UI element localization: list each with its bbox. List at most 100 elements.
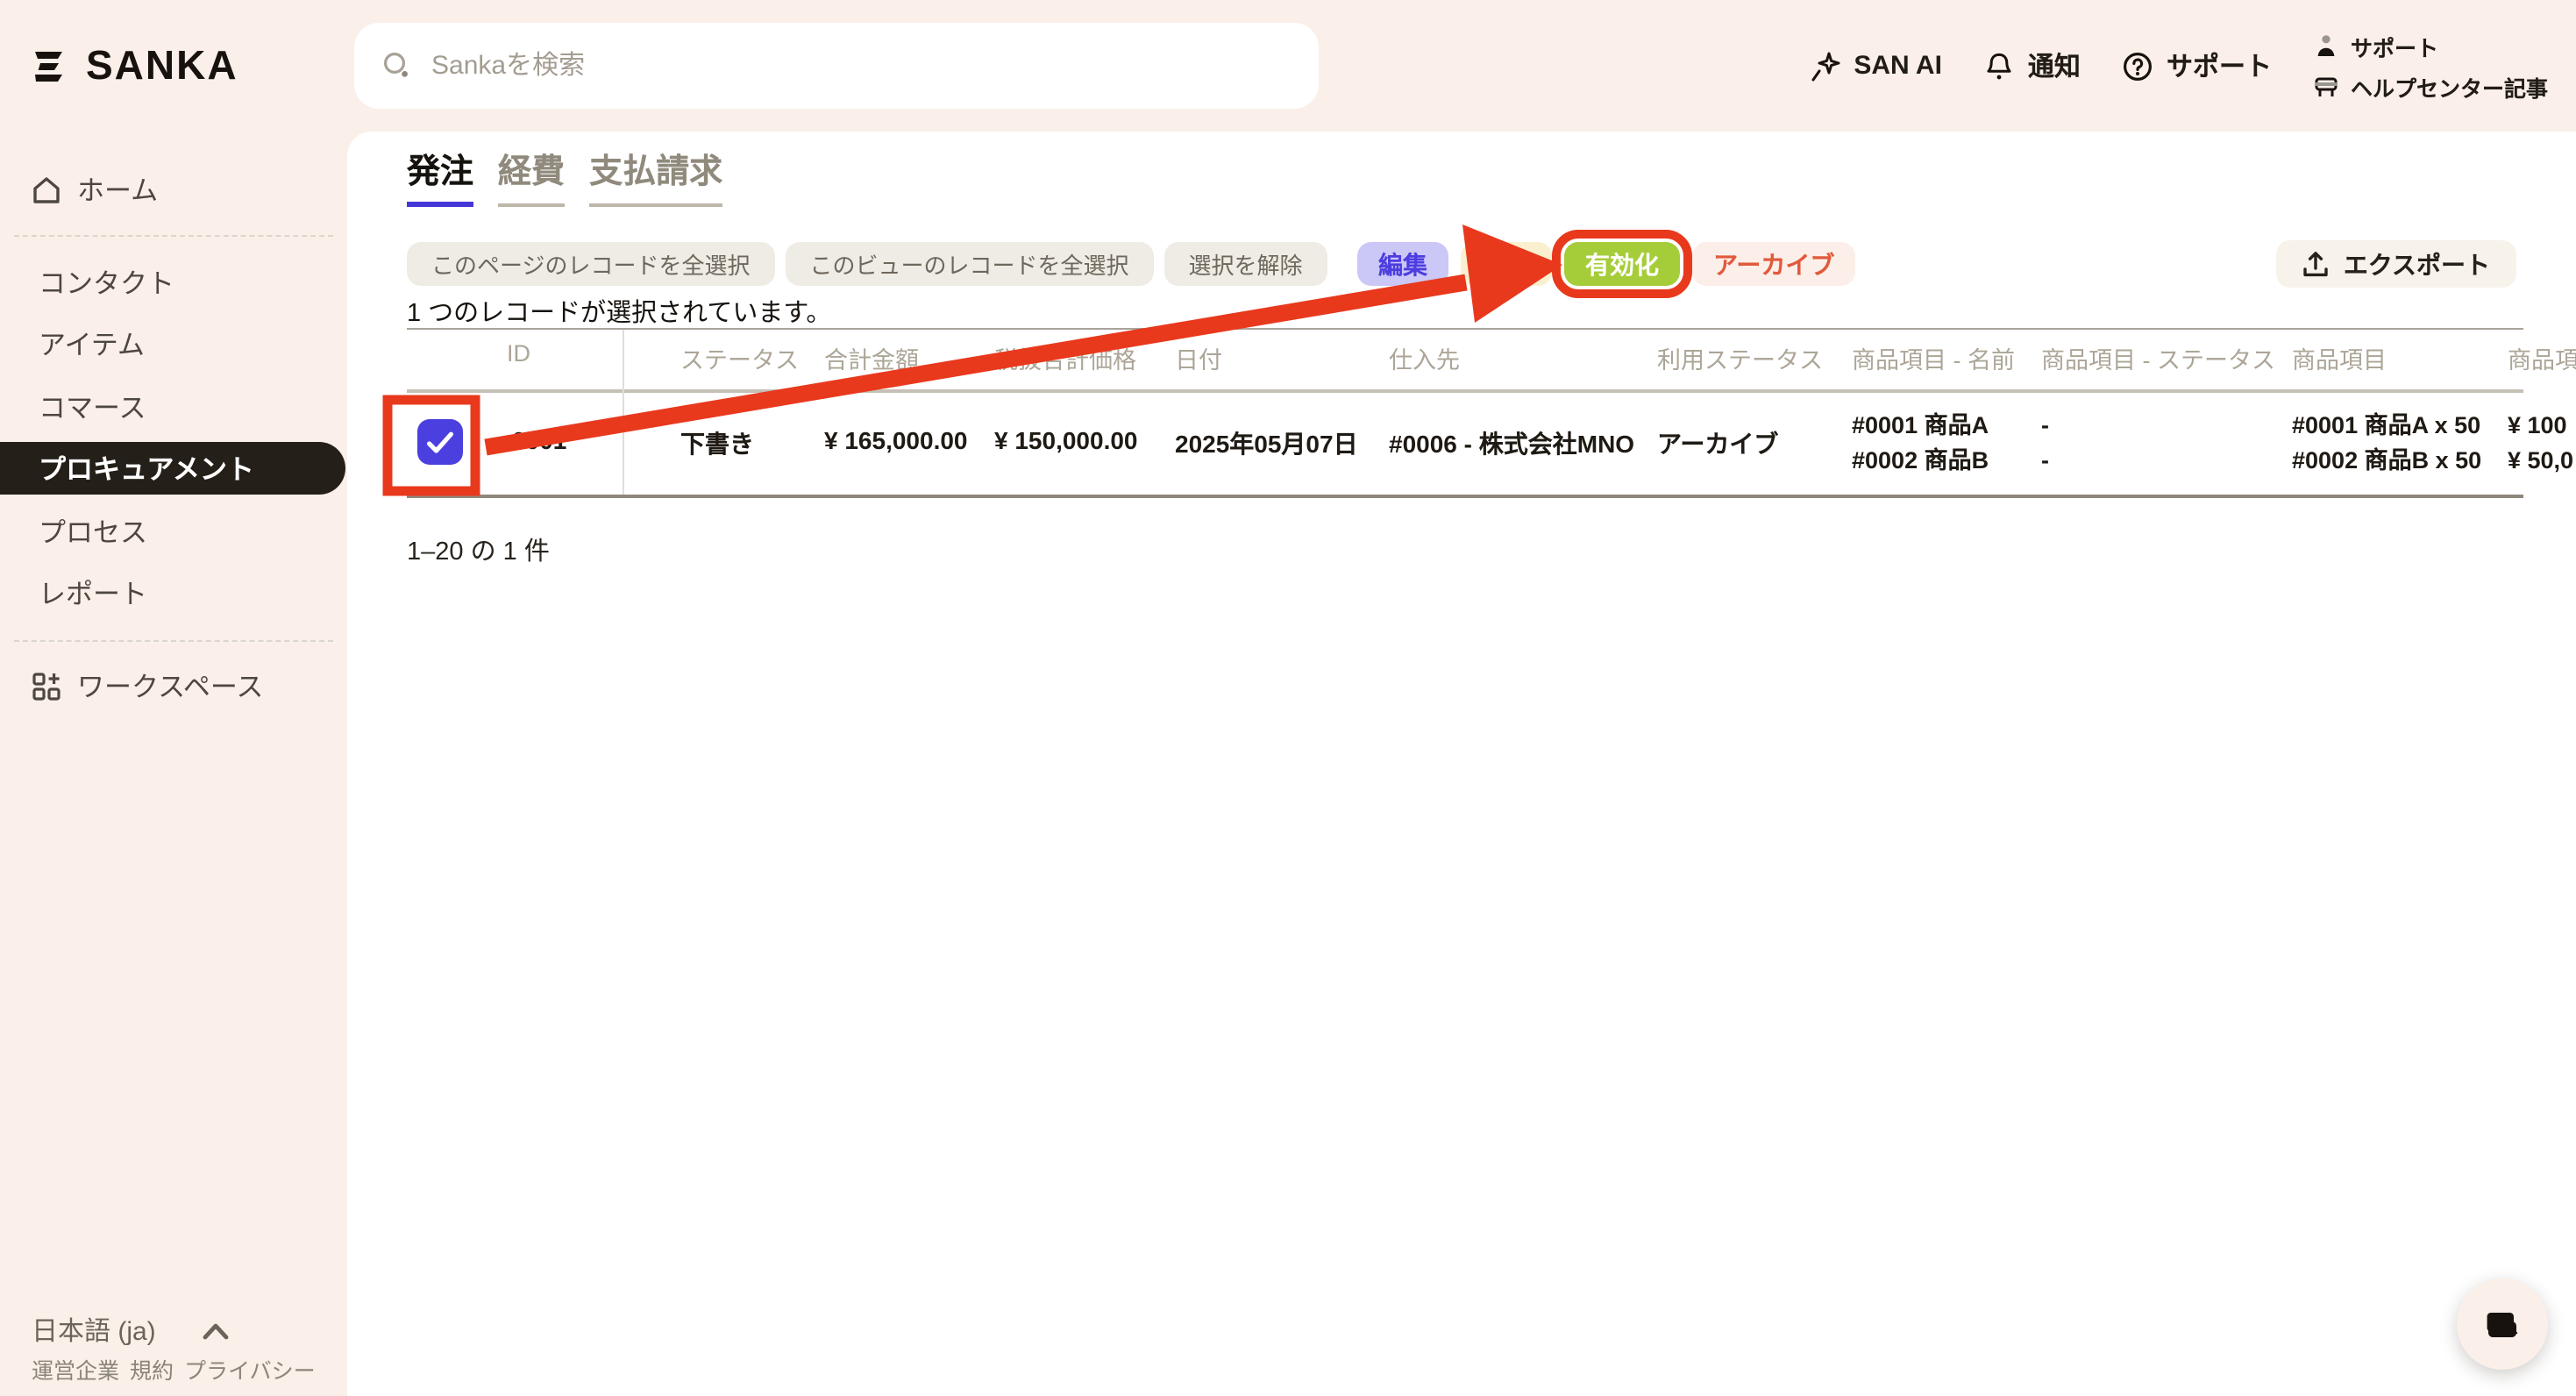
search-icon: [382, 51, 412, 81]
language-label: 日本語 (ja): [32, 1312, 156, 1349]
col-header-item-name: 商品項目 - 名前: [1852, 340, 2015, 375]
col-header-supplier: 仕入先: [1389, 340, 1460, 375]
col-header-id: ID: [507, 340, 530, 367]
cell-total: ¥ 165,000.00: [824, 426, 968, 454]
main-content: 発注 経費 支払請求 このページのレコードを全選択 このビューのレコードを全選択…: [347, 132, 2576, 1396]
tab-bar: 発注 経費 支払請求: [407, 146, 722, 207]
col-header-total: 合計金額: [824, 340, 919, 375]
language-switcher[interactable]: 日本語 (ja): [32, 1312, 230, 1349]
notifications-label: 通知: [2028, 47, 2081, 84]
cell-items: #0001 商品A x 50 #0002 商品B x 50: [2292, 409, 2481, 479]
help-block: サポート ヘルプセンター記事: [2314, 29, 2548, 103]
table-top-border: [407, 328, 2523, 330]
san-ai-label: SAN AI: [1854, 51, 1942, 81]
chat-launcher-button[interactable]: [2457, 1278, 2548, 1370]
top-bar: SANKA SAN AI 通知: [0, 0, 2576, 132]
selection-toolbar: このページのレコードを全選択 このビューのレコードを全選択 選択を解除: [407, 242, 1327, 286]
table-header-border: [407, 389, 2523, 393]
select-all-view-button[interactable]: このビューのレコードを全選択: [786, 242, 1154, 286]
col-header-date: 日付: [1175, 340, 1222, 375]
export-label: エクスポート: [2344, 246, 2490, 281]
cell-item-names: #0001 商品A #0002 商品B: [1852, 409, 1989, 479]
sidebar: ホーム コンタクト アイテム コマース プロキュアメント プロセス レポート: [0, 132, 347, 1396]
sidebar-item-workspace[interactable]: ワークスペース: [0, 665, 347, 707]
sidebar-item-label: ワークスペース: [77, 666, 263, 705]
upload-icon: [2303, 250, 2330, 278]
row-checkbox[interactable]: [417, 419, 463, 465]
help-center-label: ヘルプセンター記事: [2351, 69, 2548, 103]
cell-id: 0001: [512, 426, 566, 454]
sidebar-item-label: プロセス: [39, 512, 147, 551]
workspace-icon: [30, 669, 63, 702]
sanka-logo-icon: [28, 45, 70, 87]
bell-icon: [1984, 50, 2016, 82]
sidebar-item-home[interactable]: ホーム: [0, 168, 347, 210]
sidebar-item-label: アイテム: [39, 324, 145, 363]
sparkle-icon: [1810, 50, 1841, 82]
cell-supplier: #0006 - 株式会社MNO: [1389, 426, 1634, 461]
app-root: SANKA SAN AI 通知: [0, 0, 2576, 1396]
question-circle-icon: [2123, 50, 2154, 82]
notifications-button[interactable]: 通知: [1984, 47, 2081, 84]
sidebar-item-label: コマース: [39, 388, 146, 426]
top-nav: SAN AI 通知 サポート: [1810, 0, 2548, 132]
sidebar-item-items[interactable]: アイテム: [0, 323, 347, 365]
sanka-logo[interactable]: SANKA: [28, 42, 238, 89]
sidebar-item-label: ホーム: [77, 170, 158, 209]
cell-date: 2025年05月07日: [1175, 426, 1358, 461]
support-button[interactable]: サポート: [2123, 47, 2272, 84]
sidebar-item-label: コンタクト: [39, 263, 174, 302]
archive-button[interactable]: アーカイブ: [1692, 242, 1855, 286]
sidebar-item-commerce[interactable]: コマース: [0, 386, 347, 428]
col-header-items: 商品項目: [2292, 340, 2387, 375]
cell-item-statuses: - -: [2041, 409, 2049, 479]
footer-link-terms[interactable]: 規約: [130, 1352, 174, 1385]
col-header-subtotal: 税抜合計価格: [994, 340, 1136, 375]
table-column-divider: [623, 330, 624, 495]
sidebar-item-procurement[interactable]: プロキュアメント: [0, 442, 345, 495]
sidebar-item-reports[interactable]: レポート: [0, 572, 347, 614]
col-header-item-price: 商品項: [2508, 340, 2576, 375]
search-input[interactable]: [431, 51, 1291, 81]
footer-link-company[interactable]: 運営企業: [32, 1352, 119, 1385]
record-actions-toolbar: 編集 複製 有効化 アーカイブ: [1357, 242, 1855, 286]
export-button[interactable]: エクスポート: [2277, 240, 2516, 288]
chevron-up-icon: [202, 1321, 230, 1339]
person-icon: [2314, 32, 2340, 59]
select-all-page-button[interactable]: このページのレコードを全選択: [407, 242, 775, 286]
help-center-link[interactable]: ヘルプセンター記事: [2314, 69, 2548, 103]
help-support-link[interactable]: サポート: [2314, 29, 2548, 62]
sidebar-item-process[interactable]: プロセス: [0, 510, 347, 552]
home-icon: [30, 173, 63, 206]
help-support-label: サポート: [2351, 29, 2438, 62]
chat-bubble-icon: [2483, 1305, 2522, 1343]
sidebar-footer-links: 運営企業 規約 プライバシー: [32, 1352, 316, 1385]
pagination-summary: 1–20 の 1 件: [407, 531, 550, 568]
cell-subtotal: ¥ 150,000.00: [994, 426, 1138, 454]
global-search: [354, 23, 1319, 109]
selection-note: 1 つのレコードが選択されています。: [407, 293, 831, 330]
tab-payment-requests[interactable]: 支払請求: [589, 146, 722, 207]
col-header-usage-status: 利用ステータス: [1657, 340, 1823, 375]
san-ai-button[interactable]: SAN AI: [1810, 50, 1942, 82]
checkmark-icon: [426, 431, 454, 453]
sidebar-item-contacts[interactable]: コンタクト: [0, 261, 347, 303]
sidebar-divider: [14, 235, 333, 237]
sidebar-item-label: プロキュアメント: [39, 449, 254, 488]
tab-expenses[interactable]: 経費: [498, 146, 565, 207]
tab-orders[interactable]: 発注: [407, 146, 473, 207]
cell-status: 下書き: [680, 426, 754, 461]
sidebar-divider: [14, 640, 333, 642]
help-center-icon: [2314, 73, 2340, 99]
col-header-item-status: 商品項目 - ステータス: [2041, 340, 2275, 375]
col-header-status: ステータス: [680, 340, 799, 375]
footer-link-privacy[interactable]: プライバシー: [184, 1352, 316, 1385]
clear-selection-button[interactable]: 選択を解除: [1164, 242, 1327, 286]
activate-button[interactable]: 有効化: [1564, 242, 1680, 286]
table-bottom-border: [407, 495, 2523, 498]
edit-button[interactable]: 編集: [1357, 242, 1448, 286]
duplicate-button[interactable]: 複製: [1461, 242, 1552, 286]
sidebar-item-label: レポート: [39, 573, 147, 612]
cell-item-prices: ¥ 100 ¥ 50,0: [2508, 409, 2573, 479]
support-label: サポート: [2167, 47, 2272, 84]
